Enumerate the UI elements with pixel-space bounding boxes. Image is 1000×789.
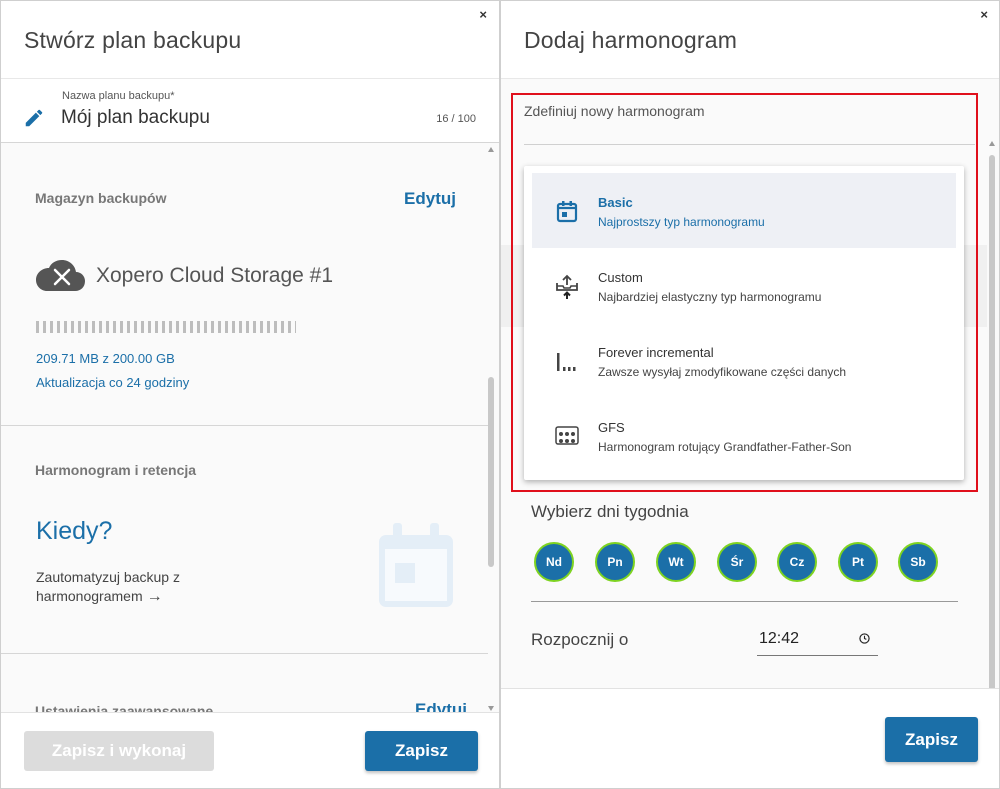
start-time-value[interactable]: 12:42 <box>759 630 799 648</box>
add-schedule-panel: × Dodaj harmonogram Zdefiniuj nowy harmo… <box>500 0 1000 789</box>
arrow-right-icon: → <box>146 588 163 605</box>
schedule-type-dropdown: Basic Najprostszy typ harmonogramu Custo… <box>524 166 964 480</box>
save-button[interactable]: Zapisz <box>885 717 978 762</box>
schedule-form: Zdefiniuj nowy harmonogram Basic Najpros… <box>501 79 999 788</box>
scroll-up-icon[interactable] <box>488 147 494 152</box>
save-button[interactable]: Zapisz <box>365 731 478 771</box>
weekday-thursday[interactable]: Cz <box>777 542 817 582</box>
storage-section: Magazyn backupów Edytuj Xopero Cloud Sto… <box>1 143 488 425</box>
weekday-sunday[interactable]: Nd <box>534 542 574 582</box>
weekday-wednesday[interactable]: Śr <box>717 542 757 582</box>
scroll-down-icon[interactable] <box>488 706 494 711</box>
storage-usage[interactable]: 209.71 MB z 200.00 GB <box>36 351 175 366</box>
create-backup-plan-panel: × Stwórz plan backupu Nazwa planu backup… <box>0 0 500 789</box>
weekdays-label: Wybierz dni tygodnia <box>531 502 689 521</box>
plan-name-label: Nazwa planu backupu* <box>62 90 175 102</box>
close-icon[interactable]: × <box>479 8 487 21</box>
plan-name-counter: 16 / 100 <box>436 113 476 125</box>
plan-settings-scroll-area: Magazyn backupów Edytuj Xopero Cloud Sto… <box>1 143 499 713</box>
gfs-icon <box>555 426 579 445</box>
weekdays-divider <box>531 601 958 602</box>
left-scrollbar[interactable] <box>487 147 495 711</box>
schedule-type-desc: Najbardziej elastyczny typ harmonogramu <box>598 290 822 304</box>
left-footer: Zapisz i wykonaj Zapisz <box>1 712 499 788</box>
storage-edit-link[interactable]: Edytuj <box>404 189 456 209</box>
schedule-type-gfs[interactable]: GFS Harmonogram rotujący Grandfather-Fat… <box>532 398 956 473</box>
weekday-tuesday[interactable]: Wt <box>656 542 696 582</box>
section-divider <box>1 653 488 654</box>
schedule-type-custom[interactable]: Custom Najbardziej elastyczny typ harmon… <box>532 248 956 323</box>
define-schedule-label: Zdefiniuj nowy harmonogram <box>524 103 705 119</box>
schedule-type-forever-incremental[interactable]: Forever incremental Zawsze wysyłaj zmody… <box>532 323 956 398</box>
right-footer: Zapisz <box>501 688 999 788</box>
schedule-type-title: GFS <box>598 420 625 435</box>
automate-schedule-link[interactable]: Zautomatyzuj backup z harmonogramem → <box>36 568 236 606</box>
storage-section-title: Magazyn backupów <box>35 190 167 206</box>
schedule-type-title: Basic <box>598 195 633 210</box>
schedule-type-title: Custom <box>598 270 643 285</box>
schedule-type-basic[interactable]: Basic Najprostszy typ harmonogramu <box>532 173 956 248</box>
pencil-icon <box>25 109 43 127</box>
schedule-section-title: Harmonogram i retencja <box>35 462 197 478</box>
scroll-up-icon[interactable] <box>989 141 995 146</box>
schedule-type-desc: Najprostszy typ harmonogramu <box>598 215 765 229</box>
storage-name: Xopero Cloud Storage #1 <box>96 264 333 287</box>
scrollbar-thumb[interactable] <box>488 377 494 567</box>
cloud-disconnected-icon <box>36 260 85 291</box>
start-time-input[interactable]: 12:42 <box>757 625 878 656</box>
define-schedule-underline <box>524 144 975 145</box>
clock-icon[interactable] <box>859 633 870 644</box>
weekday-monday[interactable]: Pn <box>595 542 635 582</box>
close-icon[interactable]: × <box>980 8 988 21</box>
save-and-run-button[interactable]: Zapisz i wykonaj <box>24 731 214 771</box>
schedule-type-desc: Zawsze wysyłaj zmodyfikowane części dany… <box>598 365 847 379</box>
schedule-type-title: Forever incremental <box>598 345 714 360</box>
panel-title: Dodaj harmonogram <box>524 27 738 53</box>
weekday-saturday[interactable]: Sb <box>898 542 938 582</box>
storage-update-frequency[interactable]: Aktualizacja co 24 godziny <box>36 375 189 390</box>
calendar-icon <box>379 523 453 607</box>
schedule-type-desc: Harmonogram rotujący Grandfather-Father-… <box>598 440 852 454</box>
header-divider <box>1 78 499 79</box>
scrollbar-thumb[interactable] <box>989 155 995 715</box>
calendar-icon <box>556 201 578 223</box>
plan-name-field[interactable]: Nazwa planu backupu* Mój plan backupu 16… <box>1 80 499 143</box>
storage-usage-bar <box>36 321 296 333</box>
plan-name-value[interactable]: Mój plan backupu <box>61 107 210 129</box>
start-time-label: Rozpocznij o <box>531 630 629 649</box>
upload-tray-icon <box>556 274 578 299</box>
incremental-icon <box>557 353 576 371</box>
when-heading: Kiedy? <box>36 517 113 545</box>
weekday-friday[interactable]: Pt <box>838 542 878 582</box>
panel-title: Stwórz plan backupu <box>24 27 242 53</box>
